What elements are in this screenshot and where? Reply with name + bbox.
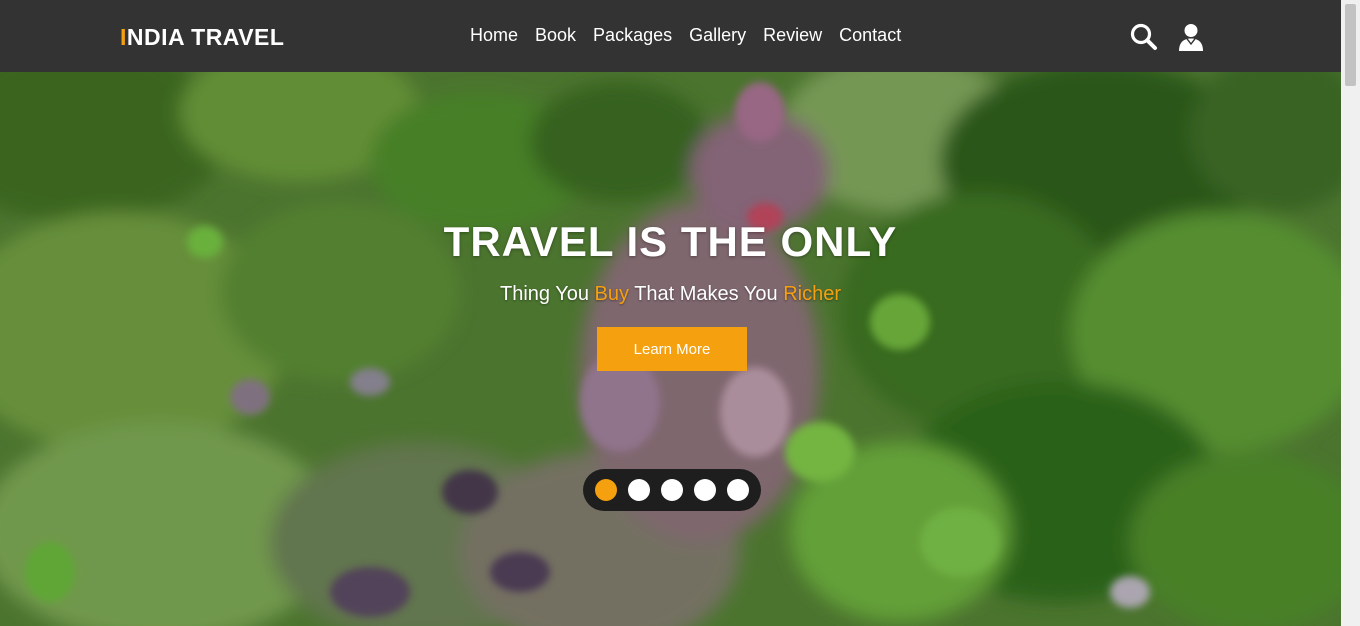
search-button[interactable] <box>1127 20 1161 54</box>
scrollbar-thumb[interactable] <box>1345 4 1356 86</box>
top-navbar: INDIA TRAVEL Home Book Packages Gallery … <box>0 0 1341 72</box>
hero-sub-highlight-2: Richer <box>783 283 841 305</box>
hero-subheading: Thing You Buy That Makes You Richer <box>0 283 1341 306</box>
main-nav: Home Book Packages Gallery Review Contac… <box>470 25 918 46</box>
hero-heading: TRAVEL IS THE ONLY <box>443 218 898 265</box>
nav-gallery-link[interactable]: Gallery <box>689 25 754 46</box>
site-logo[interactable]: INDIA TRAVEL <box>120 24 284 51</box>
slide-dot-4[interactable] <box>694 479 716 501</box>
hero-sub-part-2: That Makes You <box>629 283 784 305</box>
hero-banner: TRAVEL IS THE ONLY Thing You Buy That Ma… <box>0 72 1341 626</box>
nav-book-link[interactable]: Book <box>535 25 584 46</box>
nav-review-link[interactable]: Review <box>763 25 830 46</box>
logo-accent-letter: I <box>120 24 127 50</box>
user-icon <box>1179 24 1203 51</box>
slide-dot-2[interactable] <box>628 479 650 501</box>
slide-dot-5[interactable] <box>727 479 749 501</box>
slider-pagination <box>583 469 761 511</box>
search-icon <box>1130 23 1157 50</box>
page-scrollbar[interactable] <box>1341 0 1360 626</box>
nav-packages-link[interactable]: Packages <box>593 25 680 46</box>
learn-more-button[interactable]: Learn More <box>597 327 747 371</box>
nav-home-link[interactable]: Home <box>470 25 526 46</box>
account-button[interactable] <box>1174 20 1208 54</box>
slide-dot-1[interactable] <box>595 479 617 501</box>
slide-dot-3[interactable] <box>661 479 683 501</box>
logo-text: NDIA TRAVEL <box>126 24 285 50</box>
hero-sub-highlight-1: Buy <box>594 283 629 305</box>
page: INDIA TRAVEL Home Book Packages Gallery … <box>0 0 1341 626</box>
hero-sub-part-1: Thing You <box>500 283 595 305</box>
nav-contact-link[interactable]: Contact <box>839 25 909 46</box>
